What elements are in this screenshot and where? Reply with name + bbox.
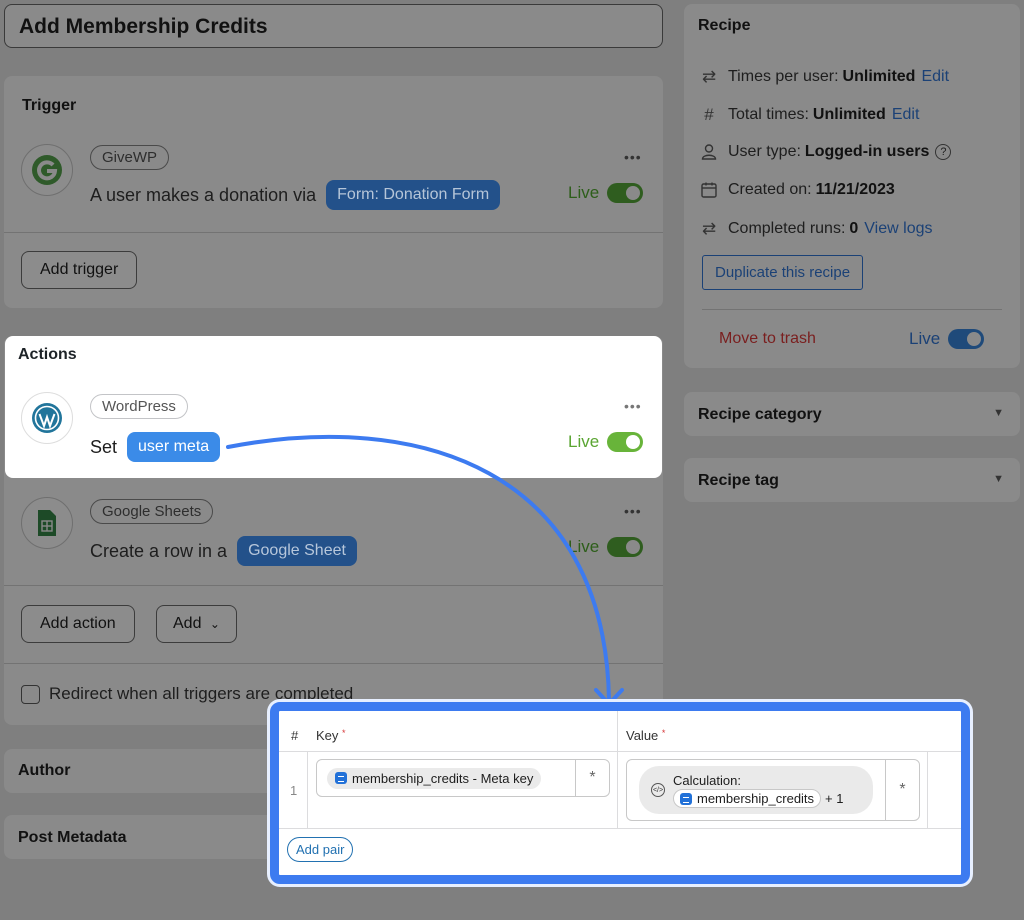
- required-mark: *: [342, 728, 346, 738]
- asterisk-icon: *: [899, 781, 906, 798]
- column-index-header: #: [291, 728, 299, 743]
- key-token-text: membership_credits - Meta key: [352, 770, 534, 786]
- required-mark: *: [661, 728, 666, 738]
- calculation-body: Calculation: membership_credits + 1: [673, 772, 843, 808]
- value-token[interactable]: membership_credits: [673, 789, 822, 808]
- key-field-content: membership_credits - Meta key: [317, 767, 575, 789]
- asterisk-icon: *: [589, 769, 596, 786]
- value-field-content: </> Calculation: membership_credits + 1: [627, 766, 885, 814]
- token-icon: [680, 792, 692, 805]
- calculation-label: Calculation:: [673, 773, 741, 788]
- column-key-label: Key: [316, 728, 339, 743]
- value-field[interactable]: </> Calculation: membership_credits + 1 …: [626, 759, 920, 821]
- meta-pairs-panel: # Key * Value * 1 membership_credits - M…: [270, 702, 970, 884]
- key-token[interactable]: membership_credits - Meta key: [327, 767, 542, 789]
- row-index: 1: [290, 783, 298, 798]
- value-token-text: membership_credits: [697, 791, 815, 806]
- row-divider: [279, 828, 961, 829]
- column-value-label: Value: [626, 728, 659, 743]
- add-pair-button[interactable]: Add pair: [287, 837, 354, 862]
- calculation-token[interactable]: </> Calculation: membership_credits + 1: [639, 766, 873, 814]
- key-field[interactable]: membership_credits - Meta key *: [316, 759, 610, 797]
- calculation-suffix: + 1: [825, 791, 844, 806]
- code-icon: </>: [651, 783, 665, 797]
- value-asterisk-button[interactable]: *: [885, 760, 919, 820]
- index-column-divider: [307, 751, 308, 828]
- header-row-divider: [279, 751, 961, 752]
- column-value-header: Value *: [626, 728, 665, 743]
- value-column-end-divider: [927, 751, 928, 828]
- key-asterisk-button[interactable]: *: [575, 760, 609, 796]
- token-icon: [335, 772, 347, 784]
- key-value-column-divider: [617, 711, 618, 828]
- calculation-expression: membership_credits + 1: [673, 789, 843, 808]
- column-key-header: Key *: [316, 728, 346, 743]
